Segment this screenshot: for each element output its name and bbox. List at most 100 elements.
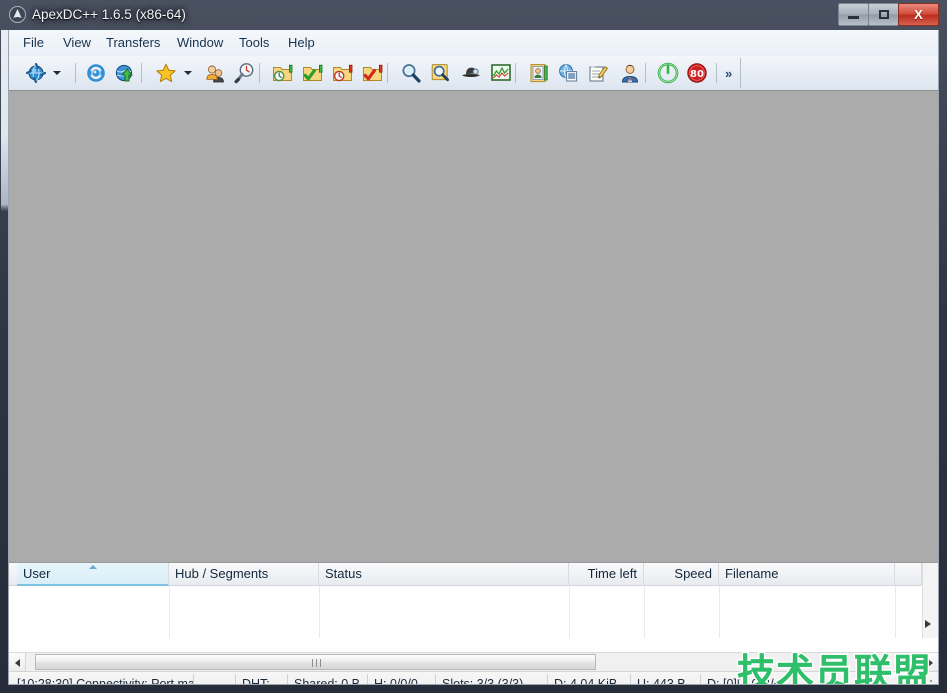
spy-hat-icon	[460, 62, 482, 84]
reconnect-button[interactable]	[83, 60, 109, 86]
favorite-hubs-button[interactable]	[153, 60, 179, 86]
transfer-view: User Hub / Segments Status Time left Speed Fi…	[9, 562, 938, 652]
maximize-glyph	[869, 4, 898, 25]
power-green-icon	[657, 62, 679, 84]
menu-window[interactable]: Window	[168, 30, 232, 56]
status-bar: D: [0][-] 0 B/sU: 443 BD: 4.04 KiBSlots:…	[9, 671, 938, 685]
magnifier-page-icon	[430, 62, 452, 84]
column-filename[interactable]: Filename	[719, 563, 895, 586]
scroll-down-arrow-icon[interactable]	[925, 620, 931, 628]
window-frame-highlight	[1, 30, 8, 205]
window-title: ApexDC++ 1.6.5 (x86-64)	[32, 5, 186, 24]
search-button[interactable]	[398, 60, 424, 86]
window-client-area: FileViewTransfersWindowToolsHelp » 80 Se…	[8, 30, 939, 685]
folder-clock-green-icon	[272, 62, 294, 84]
status-slots: Slots: 3/3 (3/3)	[435, 674, 547, 685]
address-book-icon	[528, 62, 550, 84]
toolbar-separator-2	[259, 63, 260, 83]
public-hubs-button[interactable]	[23, 60, 49, 86]
column-user[interactable]: User	[17, 563, 169, 586]
app-flame-icon	[9, 6, 26, 23]
favorite-users-button[interactable]	[203, 60, 229, 86]
toolbar-separator-6	[716, 63, 717, 83]
column-header-label: Speed	[674, 566, 712, 581]
speed-80-badge-icon: 80	[686, 62, 708, 84]
toolbar: » 80	[9, 56, 938, 91]
column-header-label: Status	[325, 566, 362, 581]
maximize-button[interactable]	[868, 3, 899, 26]
search-spy-button[interactable]	[458, 60, 484, 86]
away-mode-button[interactable]	[617, 60, 643, 86]
toolbar-separator-4	[515, 63, 516, 83]
folder-clock-red-icon	[332, 62, 354, 84]
scroll-right-arrow-icon[interactable]	[921, 653, 938, 671]
reconnect-arrows-icon	[85, 62, 107, 84]
column-header-label: Time left	[588, 566, 637, 581]
menu-help[interactable]: Help	[279, 30, 324, 56]
column-divider	[895, 586, 896, 638]
notepad-button[interactable]	[585, 60, 611, 86]
status-download: D: 4.04 KiB	[547, 674, 630, 685]
status-shared: Shared: 0 B	[287, 674, 367, 685]
adls-search-button[interactable]	[428, 60, 454, 86]
menu-tools[interactable]: Tools	[230, 30, 278, 56]
transfers-horizontal-scrollbar[interactable]	[9, 652, 938, 671]
close-glyph: X	[899, 4, 938, 25]
toolbar-separator-1	[141, 63, 142, 83]
chart-graph-icon	[490, 62, 512, 84]
horizontal-scroll-thumb[interactable]	[35, 654, 596, 670]
menu-view[interactable]: View	[54, 30, 100, 56]
two-users-icon	[205, 62, 227, 84]
status-hubs: H: 0/0/0	[367, 674, 435, 685]
menu-bar: FileViewTransfersWindowToolsHelp	[9, 30, 938, 57]
minimize-glyph	[839, 4, 868, 25]
limiter-button[interactable]: 80	[684, 60, 710, 86]
column-hub[interactable]: Hub / Segments	[169, 563, 319, 586]
scroll-left-arrow-icon[interactable]	[9, 653, 26, 671]
resize-grip-icon[interactable]	[922, 680, 934, 685]
star-yellow-icon	[155, 62, 177, 84]
system-log-button[interactable]	[555, 60, 581, 86]
chevron-down-icon[interactable]	[184, 69, 193, 78]
column-header-label: User	[23, 566, 50, 581]
upload-queue-button[interactable]	[330, 60, 356, 86]
column-speed[interactable]: Speed	[644, 563, 719, 586]
shutdown-button[interactable]	[655, 60, 681, 86]
status-down-rate: D: [0][-] 0 B/s	[700, 674, 805, 685]
recent-hubs-button[interactable]	[232, 60, 258, 86]
menu-transfers[interactable]: Transfers	[97, 30, 169, 56]
status-spacer	[193, 674, 235, 685]
toolbar-separator-5	[645, 63, 646, 83]
follow-redirect-button[interactable]	[111, 60, 137, 86]
column-extra[interactable]	[895, 563, 922, 586]
finished-downloads-button[interactable]	[300, 60, 326, 86]
notepad-pencil-icon	[587, 62, 609, 84]
status-dht: DHT: -	[235, 674, 287, 685]
transfer-list-body[interactable]	[9, 586, 938, 638]
column-time-left[interactable]: Time left	[569, 563, 644, 586]
column-divider	[169, 586, 170, 638]
network-stats-button[interactable]	[488, 60, 514, 86]
menu-file[interactable]: File	[14, 30, 53, 56]
window-frame-highlight-fade	[1, 205, 8, 211]
scroll-thumb-grip	[312, 659, 321, 667]
column-divider	[644, 586, 645, 638]
toolbar-overflow-chevron[interactable]: »	[725, 66, 731, 81]
chevron-down-icon[interactable]	[53, 69, 62, 78]
column-divider	[569, 586, 570, 638]
toolbar-end-separator	[740, 58, 741, 88]
close-button[interactable]: X	[898, 3, 939, 26]
folder-check-red-icon	[362, 62, 384, 84]
column-divider	[719, 586, 720, 638]
column-status[interactable]: Status	[319, 563, 569, 586]
finished-uploads-button[interactable]	[360, 60, 386, 86]
toolbar-separator-0	[75, 63, 76, 83]
queue-button[interactable]	[270, 60, 296, 86]
magnifier-icon	[400, 62, 422, 84]
toolbar-separator-3	[387, 63, 388, 83]
transfer-column-headers: User Hub / Segments Status Time left Speed Fi…	[9, 563, 938, 586]
minimize-button[interactable]	[838, 3, 869, 26]
status-connectivity: [10:28:30] Connectivity: Port ma	[11, 674, 193, 685]
svg-text:80: 80	[690, 69, 704, 80]
open-file-list-button[interactable]	[526, 60, 552, 86]
